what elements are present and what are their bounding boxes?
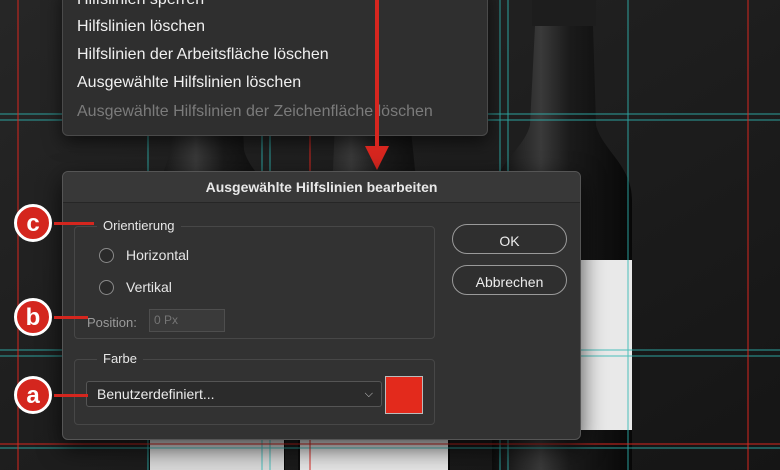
- menu-item-lock-guides[interactable]: Hilfslinien sperren: [77, 0, 204, 9]
- radio-vertical[interactable]: Vertikal: [99, 279, 172, 295]
- menu-item-clear-guides[interactable]: Hilfslinien löschen: [77, 18, 205, 36]
- menu-item-clear-canvas-guides[interactable]: Hilfslinien der Arbeitsfläche löschen: [77, 46, 329, 64]
- radio-vertical-circle[interactable]: [99, 279, 114, 295]
- menu-item-clear-selected-artboard-guides: Ausgewählte Hilfslinien der Zeichenfläch…: [77, 103, 433, 120]
- color-swatch[interactable]: [385, 376, 423, 414]
- callout-badge-a: a: [14, 376, 52, 414]
- dialog-title: Ausgewählte Hilfslinien bearbeiten: [63, 172, 580, 203]
- callout-badge-c: c: [14, 204, 52, 242]
- color-select-value: Benutzerdefiniert...: [97, 386, 215, 402]
- ok-button[interactable]: OK: [452, 224, 567, 254]
- color-legend: Farbe: [97, 351, 143, 366]
- callout-a-leader: [54, 394, 88, 397]
- cancel-button[interactable]: Abbrechen: [452, 265, 567, 295]
- radio-horizontal-circle[interactable]: [99, 247, 114, 263]
- orientation-legend: Orientierung: [97, 218, 181, 233]
- callout-c-leader: [54, 222, 94, 225]
- color-select[interactable]: Benutzerdefiniert... ⌵: [86, 381, 382, 407]
- guides-context-menu: Hilfslinien sperren Hilfslinien löschen …: [62, 0, 488, 136]
- pointer-arrow-head: [365, 146, 389, 170]
- callout-badge-b: b: [14, 298, 52, 336]
- edit-selected-guides-dialog: Ausgewählte Hilfslinien bearbeiten Orien…: [62, 171, 581, 440]
- radio-vertical-label: Vertikal: [126, 279, 172, 295]
- menu-item-clear-selected-guides[interactable]: Ausgewählte Hilfslinien löschen: [77, 74, 301, 92]
- position-input[interactable]: [149, 309, 225, 332]
- chevron-down-icon: ⌵: [364, 387, 373, 400]
- pointer-arrow-line: [375, 0, 379, 150]
- radio-horizontal-label: Horizontal: [126, 247, 190, 263]
- position-label: Position:: [87, 315, 137, 330]
- radio-horizontal[interactable]: Horizontal: [99, 247, 189, 263]
- callout-b-leader: [54, 316, 88, 319]
